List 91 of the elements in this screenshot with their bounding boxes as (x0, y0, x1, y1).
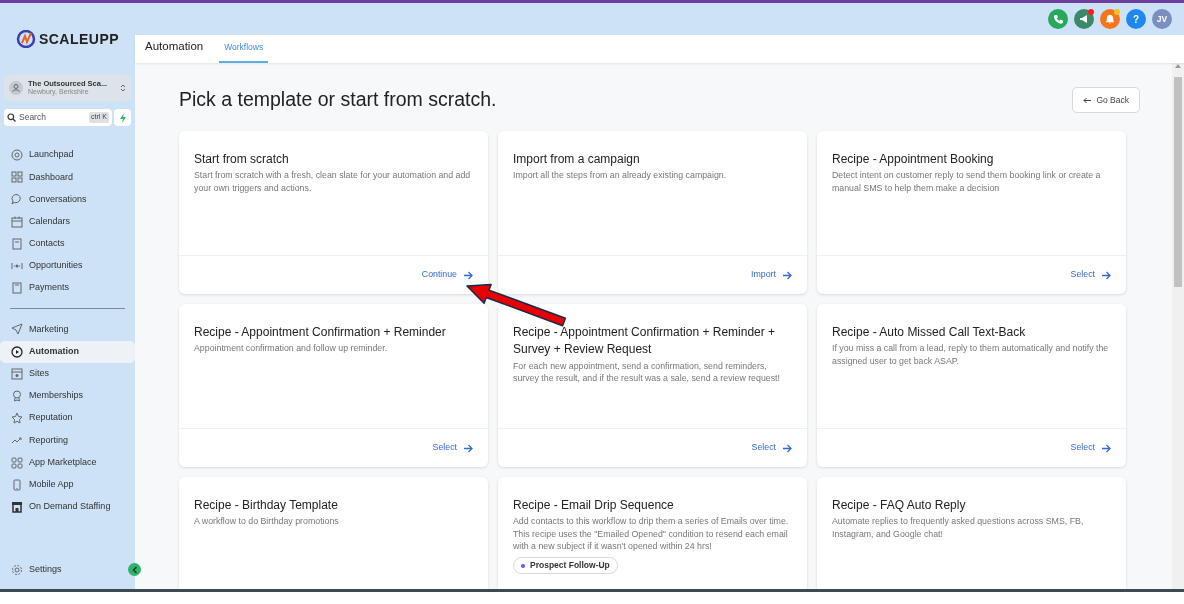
send-icon (11, 323, 23, 336)
sidebar-item[interactable]: Reporting (4, 429, 135, 452)
arrow-right-icon (782, 270, 792, 280)
card-title: Import from a campaign (513, 151, 641, 168)
arrow-right-icon (463, 270, 473, 280)
arrow-right-icon (1101, 270, 1111, 280)
unread-dot (1088, 9, 1094, 15)
help-button[interactable]: ? (1126, 9, 1146, 29)
sidebar-item[interactable]: Marketing (4, 318, 135, 341)
card-description: Import all the steps from an already existing campaign. (513, 169, 728, 182)
template-card[interactable]: Recipe - FAQ Auto Reply Automate replies to frequently asked questions across SMS, FB, Instagram, and Google chat! (817, 477, 1126, 589)
go-back-button[interactable]: Go Back (1072, 87, 1140, 113)
settings-icon (11, 563, 23, 576)
card-action-link[interactable]: Select (432, 441, 473, 455)
card-title: Recipe - FAQ Auto Reply (832, 497, 967, 514)
sidebar-item[interactable]: Calendars (4, 210, 135, 233)
card-description: For each new appointment, send a confirmation, send reminders, survey the result, and if the result was a sale, send a review request! (513, 359, 781, 385)
card-action-link[interactable]: Import (751, 268, 792, 282)
template-card[interactable]: Recipe - Auto Missed Call Text-Back If you miss a call from a lead, reply to them automatically and notify the assigned user to get back ASAP. Select (817, 304, 1126, 467)
page-title: Pick a template or start from scratch. (179, 88, 497, 112)
card-title: Start from scratch (194, 151, 290, 168)
sidebar-item[interactable]: Sites (4, 362, 135, 385)
web-page-icon (11, 367, 23, 380)
card-title: Recipe - Email Drip Sequence (513, 497, 675, 514)
apps-icon (11, 456, 23, 469)
search-placeholder: Search (19, 111, 46, 124)
sidebar-item[interactable]: Mobile App (4, 473, 135, 496)
card-action-link[interactable]: Select (1070, 441, 1111, 455)
card-description: Appointment confirmation and follow up reminder. (194, 342, 389, 355)
card-title: Recipe - Birthday Template (194, 497, 339, 514)
arrow-left-icon (1083, 96, 1093, 104)
card-title: Recipe - Appointment Confirmation + Reminder (194, 324, 447, 341)
template-card[interactable]: Recipe - Appointment Confirmation + Reminder Appointment confirmation and follow up reminder. Select (179, 304, 488, 467)
template-card[interactable]: Recipe - Birthday Template A workflow to do Birthday promotions (179, 477, 488, 589)
sidebar-item[interactable]: App Marketplace (4, 451, 135, 474)
template-card[interactable]: Import from a campaign Import all the steps from an already existing campaign. Import (498, 131, 807, 294)
contact-book-icon (11, 237, 23, 250)
sidebar-item[interactable]: Opportunities (4, 254, 135, 278)
megaphone-icon (1079, 14, 1089, 24)
brand-name: SCALEUPP (38, 29, 120, 49)
page-header-title: Automation (145, 38, 204, 54)
chat-bubble-icon (11, 193, 23, 206)
arrow-right-icon (463, 443, 473, 453)
card-description: A workflow to do Birthday promotions (194, 515, 340, 528)
sidebar-item[interactable]: Payments (4, 277, 135, 300)
sidebar-item[interactable]: Memberships (4, 384, 135, 408)
arrow-right-icon (1101, 443, 1111, 453)
card-description: Automate replies to frequently asked questions across SMS, FB, Instagram, and Google chat! (832, 515, 1085, 540)
search-icon (7, 113, 16, 122)
card-title: Recipe - Appointment Confirmation + Reminder + Survey + Review Request (513, 324, 777, 359)
card-title: Recipe - Appointment Booking (832, 151, 995, 168)
sidebar-item[interactable]: On Demand Staffing (4, 495, 135, 518)
calendar-icon (11, 215, 23, 228)
sidebar-item[interactable]: Automation (0, 340, 135, 363)
card-action-link[interactable]: Select (1070, 268, 1111, 282)
play-circle-icon (11, 345, 23, 358)
card-action-link[interactable]: Select (751, 441, 792, 455)
settings-item[interactable]: Settings (4, 558, 62, 581)
bell-icon (1105, 14, 1115, 24)
card-description: If you miss a call from a lead, reply to them automatically and notify the assigned user to get back ASAP. (832, 342, 1110, 367)
sidebar-item[interactable]: Dashboard (4, 166, 135, 189)
sidebar-item[interactable]: Reputation (4, 407, 135, 430)
user-icon (9, 81, 23, 95)
star-icon (11, 412, 23, 425)
lightning-icon (118, 112, 127, 123)
arrow-right-icon (782, 443, 792, 453)
grid-icon (11, 171, 23, 184)
chevron-updown-icon (120, 83, 126, 93)
card-title: Recipe - Auto Missed Call Text-Back (832, 324, 1027, 341)
ribbon-icon (11, 389, 23, 402)
card-description: Add contacts to this workflow to drip them a series of Emails over time. This recipe uses the "Emailed Opened" condition to resend each email with a new subject if it wasn't opened within 24 hrs! (513, 515, 790, 553)
scrollbar[interactable] (1172, 63, 1184, 589)
notifications-button[interactable] (1100, 9, 1120, 29)
template-card[interactable]: Start from scratch Start from scratch with a fresh, clean slate for your automation and add your own triggers and actions. Continue (179, 131, 488, 294)
template-card[interactable]: Recipe - Appointment Booking Detect intent on customer reply to send them booking link or create a manual SMS to help them make a decision Select (817, 131, 1126, 294)
storefront-icon (11, 500, 23, 513)
announcements-button[interactable] (1074, 9, 1094, 29)
card-description: Start from scratch with a fresh, clean slate for your automation and add your own triggers and actions. (194, 169, 472, 194)
chevron-left-icon (131, 565, 138, 574)
sidebar-item[interactable]: Conversations (4, 188, 135, 211)
sidebar-item[interactable]: Contacts (4, 232, 135, 255)
phone-icon (1053, 14, 1063, 24)
logo-icon (15, 30, 36, 48)
quick-action-button[interactable] (114, 109, 131, 126)
sidebar-item[interactable]: Launchpad (4, 144, 135, 167)
card-description: Detect intent on customer reply to send them booking link or create a manual SMS to help them make a decision (832, 169, 1102, 194)
call-button[interactable] (1048, 9, 1068, 29)
phone-icon (11, 478, 23, 491)
card-action-link[interactable]: Continue (421, 268, 473, 282)
unread-dot (1114, 9, 1120, 15)
template-card[interactable] (498, 304, 807, 467)
